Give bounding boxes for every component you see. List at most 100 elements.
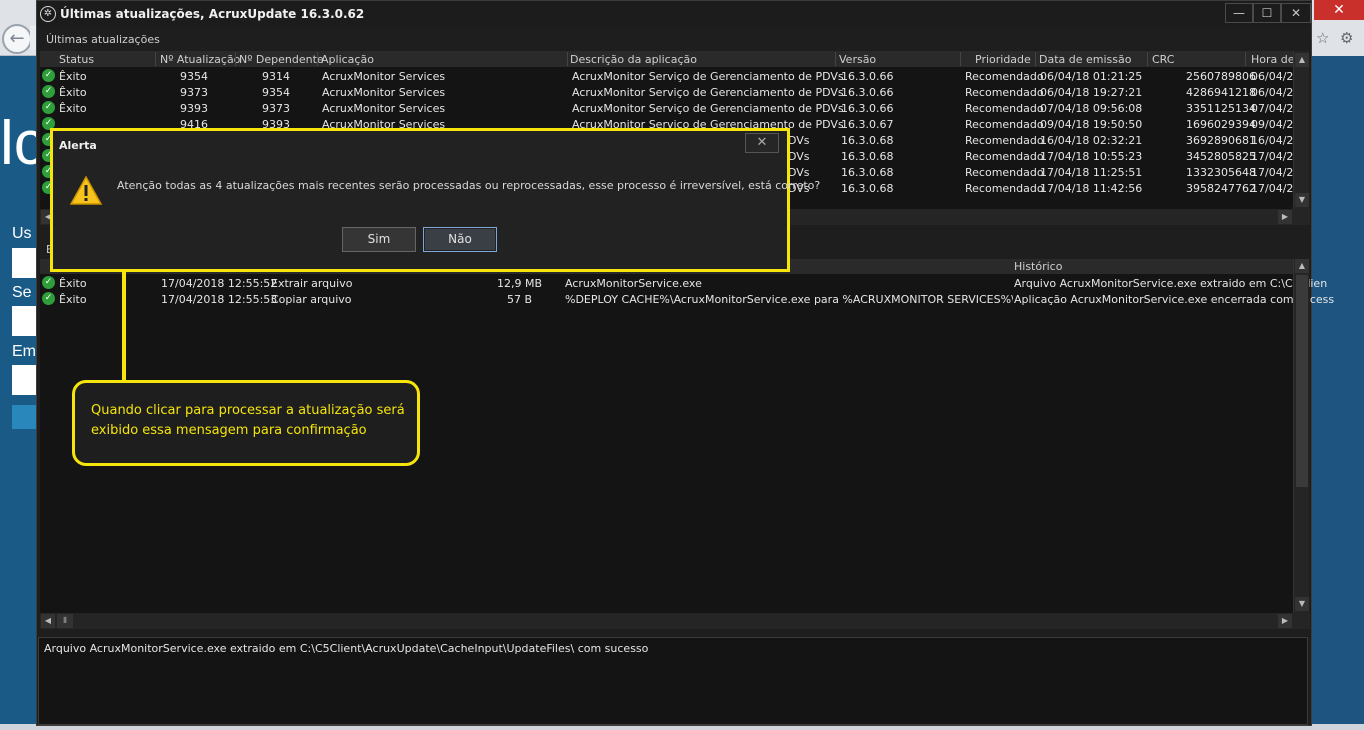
window-title: Últimas atualizações, AcruxUpdate 16.3.0… bbox=[60, 7, 365, 21]
col-header-hora[interactable]: Hora de bbox=[1251, 53, 1295, 66]
no-button[interactable]: Não bbox=[423, 227, 497, 252]
table-row[interactable]: ✓ Êxito 17/04/2018 12:55:52 Extrair arqu… bbox=[40, 275, 1327, 291]
background-input-email[interactable] bbox=[12, 365, 36, 395]
cell-file: AcruxMonitorService.exe bbox=[565, 277, 702, 290]
scroll-down-arrow-icon[interactable]: ▼ bbox=[1295, 193, 1309, 207]
yes-button[interactable]: Sim bbox=[342, 227, 416, 252]
cell-date: 17/04/18 10:55:23 bbox=[1040, 150, 1143, 163]
table-row[interactable]: ✓ Êxito 9373 9354 AcruxMonitor Services … bbox=[40, 84, 1298, 100]
minimize-button[interactable]: — bbox=[1225, 3, 1253, 23]
log-panel: Arquivo AcruxMonitorService.exe extraido… bbox=[38, 637, 1308, 725]
cell-action: Copiar arquivo bbox=[271, 293, 352, 306]
col-header-priority[interactable]: Prioridade bbox=[975, 53, 1031, 66]
cell-date: 06/04/18 19:27:21 bbox=[1040, 86, 1143, 99]
scroll-up-arrow-icon[interactable]: ▲ bbox=[1295, 53, 1309, 67]
table-row[interactable]: ✓ Êxito 9354 9314 AcruxMonitor Services … bbox=[40, 68, 1298, 84]
cell-hist: Aplicação AcruxMonitorService.exe encerr… bbox=[1014, 293, 1335, 306]
scroll-thumb[interactable] bbox=[1296, 275, 1308, 487]
col-header-version[interactable]: Versão bbox=[839, 53, 876, 66]
cell-desc: AcruxMonitor Serviço de Gerenciamento de… bbox=[572, 86, 844, 99]
cell-dep: 9373 bbox=[262, 102, 290, 115]
history-horizontal-scrollbar[interactable]: ◀ ⦀ ▶ bbox=[40, 613, 1310, 629]
log-message: Arquivo AcruxMonitorService.exe extraido… bbox=[44, 642, 649, 655]
scroll-up-arrow-icon[interactable]: ▲ bbox=[1295, 259, 1309, 273]
cell-hora: 07/04/2 bbox=[1251, 102, 1294, 115]
cell-desc: DVs bbox=[788, 166, 810, 179]
cell-file: %DEPLOY CACHE%\AcruxMonitorService.exe p… bbox=[565, 293, 1013, 306]
cell-desc: AcruxMonitor Serviço de Gerenciamento de… bbox=[572, 70, 844, 83]
dialog-message: Atenção todas as 4 atualizações mais rec… bbox=[117, 179, 821, 192]
scroll-right-arrow-icon[interactable]: ▶ bbox=[1278, 210, 1292, 224]
col-header-num[interactable]: Nº Atualização bbox=[160, 53, 240, 66]
table-row[interactable]: ✓ Êxito 9393 9373 AcruxMonitor Services … bbox=[40, 100, 1298, 116]
browser-close-button[interactable]: ✕ bbox=[1314, 0, 1364, 20]
scroll-right-arrow-icon[interactable]: ▶ bbox=[1278, 614, 1292, 628]
close-button[interactable]: ✕ bbox=[1281, 3, 1311, 23]
section-label: Últimas atualizações bbox=[46, 33, 160, 46]
cell-priority: Recomendado bbox=[965, 166, 1044, 179]
cell-priority: Recomendado bbox=[965, 70, 1044, 83]
background-input-user[interactable] bbox=[12, 248, 36, 278]
cell-status: Êxito bbox=[59, 86, 87, 99]
history-vertical-scrollbar[interactable]: ▲ ▼ bbox=[1293, 259, 1309, 613]
cell-status: Êxito bbox=[59, 277, 87, 290]
cell-crc: 2560789806 bbox=[1186, 70, 1256, 83]
cell-hora: 16/04/2 bbox=[1251, 134, 1294, 147]
background-input-password[interactable] bbox=[12, 306, 36, 336]
background-submit-button[interactable] bbox=[12, 405, 36, 429]
cell-priority: Recomendado bbox=[965, 134, 1044, 147]
cell-version: 16.3.0.68 bbox=[841, 134, 894, 147]
warning-icon bbox=[69, 175, 103, 205]
cell-crc: 3692890681 bbox=[1186, 134, 1256, 147]
maximize-button[interactable]: ☐ bbox=[1253, 3, 1281, 23]
cell-action: Extrair arquivo bbox=[271, 277, 353, 290]
cell-dep: 9354 bbox=[262, 86, 290, 99]
success-check-icon: ✓ bbox=[42, 69, 55, 82]
cell-num: 9354 bbox=[180, 70, 208, 83]
cell-crc: 1332305648 bbox=[1186, 166, 1256, 179]
success-check-icon: ✓ bbox=[42, 276, 55, 289]
cell-crc: 1696029394 bbox=[1186, 118, 1256, 131]
gear-icon[interactable]: ⚙ bbox=[1340, 29, 1353, 47]
updates-vertical-scrollbar[interactable]: ▲ ▼ bbox=[1293, 51, 1309, 209]
cell-time: 17/04/2018 12:55:52 bbox=[161, 277, 278, 290]
cell-crc: 3958247762 bbox=[1186, 182, 1256, 195]
col-header-crc[interactable]: CRC bbox=[1152, 53, 1174, 66]
cell-crc: 3452805825 bbox=[1186, 150, 1256, 163]
scroll-down-arrow-icon[interactable]: ▼ bbox=[1295, 597, 1309, 611]
col-header-historico[interactable]: Histórico bbox=[1014, 260, 1062, 273]
back-arrow-icon[interactable]: ← bbox=[2, 24, 32, 54]
cell-time: 17/04/2018 12:55:53 bbox=[161, 293, 278, 306]
cell-desc: AcruxMonitor Serviço de Gerenciamento de… bbox=[572, 102, 844, 115]
cell-crc: 3351125134 bbox=[1186, 102, 1256, 115]
cell-priority: Recomendado bbox=[965, 150, 1044, 163]
cell-status: Êxito bbox=[59, 70, 87, 83]
dialog-close-button[interactable]: ✕ bbox=[745, 133, 779, 153]
cell-version: 16.3.0.68 bbox=[841, 150, 894, 163]
cell-num: 9393 bbox=[180, 102, 208, 115]
scroll-left-arrow-icon[interactable]: ◀ bbox=[41, 614, 55, 628]
app-logo-icon: ✲ bbox=[40, 6, 56, 22]
background-heading: lc bbox=[0, 109, 36, 178]
history-rows: ✓ Êxito 17/04/2018 12:55:52 Extrair arqu… bbox=[40, 275, 1334, 307]
cell-status: Êxito bbox=[59, 293, 87, 306]
scroll-thumb-grip-icon[interactable]: ⦀ bbox=[57, 614, 73, 628]
cell-size: 12,9 MB bbox=[497, 277, 543, 290]
title-bar[interactable]: ✲ Últimas atualizações, AcruxUpdate 16.3… bbox=[37, 1, 1311, 27]
col-header-status[interactable]: Status bbox=[59, 53, 94, 66]
col-header-app[interactable]: Aplicação bbox=[321, 53, 374, 66]
star-icon[interactable]: ☆ bbox=[1316, 29, 1329, 47]
cell-status: Êxito bbox=[59, 102, 87, 115]
cell-hist: Arquivo AcruxMonitorService.exe extraido… bbox=[1014, 277, 1328, 290]
table-row[interactable]: ✓ Êxito 17/04/2018 12:55:53 Copiar arqui… bbox=[40, 291, 1334, 307]
success-check-icon: ✓ bbox=[42, 292, 55, 305]
cell-version: 16.3.0.66 bbox=[841, 86, 894, 99]
col-header-date[interactable]: Data de emissão bbox=[1039, 53, 1131, 66]
success-check-icon: ✓ bbox=[42, 85, 55, 98]
updates-grid-header: Status Nº Atualização Nº Dependente Apli… bbox=[40, 51, 1298, 67]
cell-priority: Recomendado bbox=[965, 102, 1044, 115]
cell-version: 16.3.0.68 bbox=[841, 166, 894, 179]
col-header-desc[interactable]: Descrição da aplicação bbox=[570, 53, 697, 66]
callout-connector bbox=[122, 272, 126, 382]
col-header-dep[interactable]: Nº Dependente bbox=[239, 53, 324, 66]
